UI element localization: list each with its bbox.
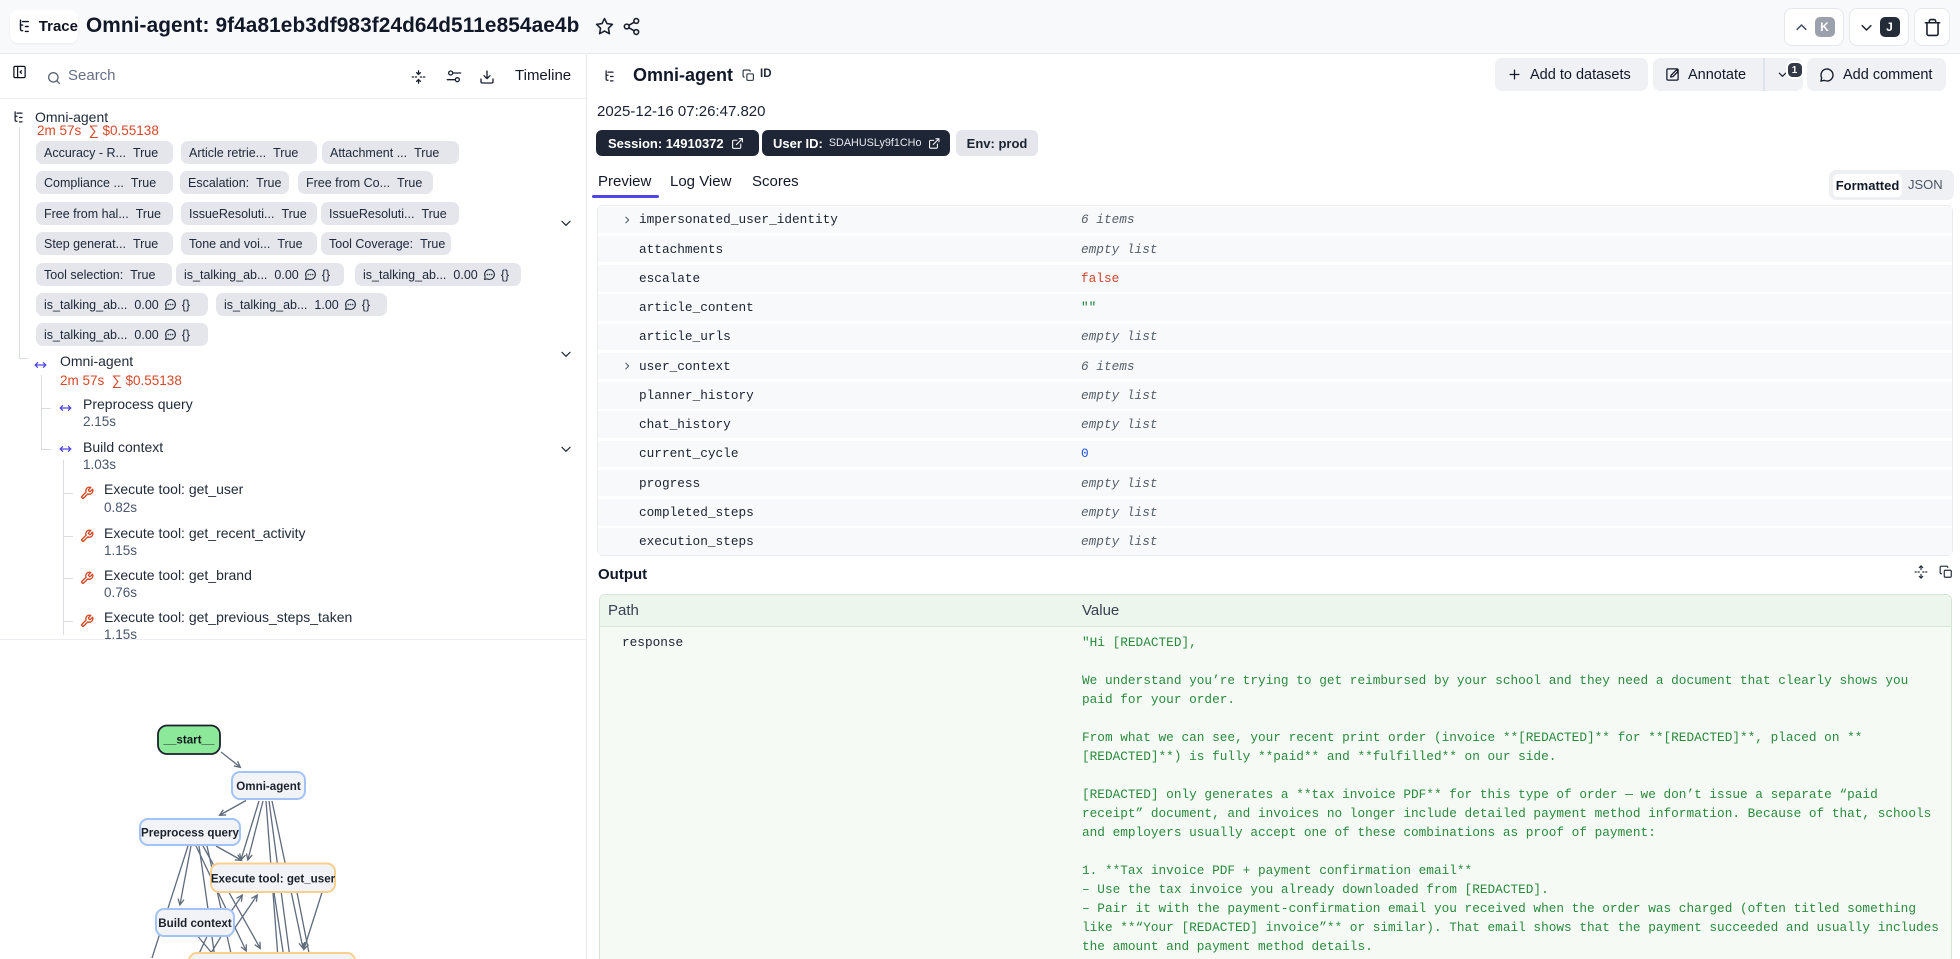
svg-text:__start__: __start__ (163, 734, 215, 747)
svg-text:Execute tool: get_user: Execute tool: get_user (211, 873, 336, 886)
svg-text:Build context: Build context (158, 917, 232, 930)
svg-text:Preprocess query: Preprocess query (141, 827, 240, 840)
svg-text:Omni-agent: Omni-agent (236, 780, 301, 793)
